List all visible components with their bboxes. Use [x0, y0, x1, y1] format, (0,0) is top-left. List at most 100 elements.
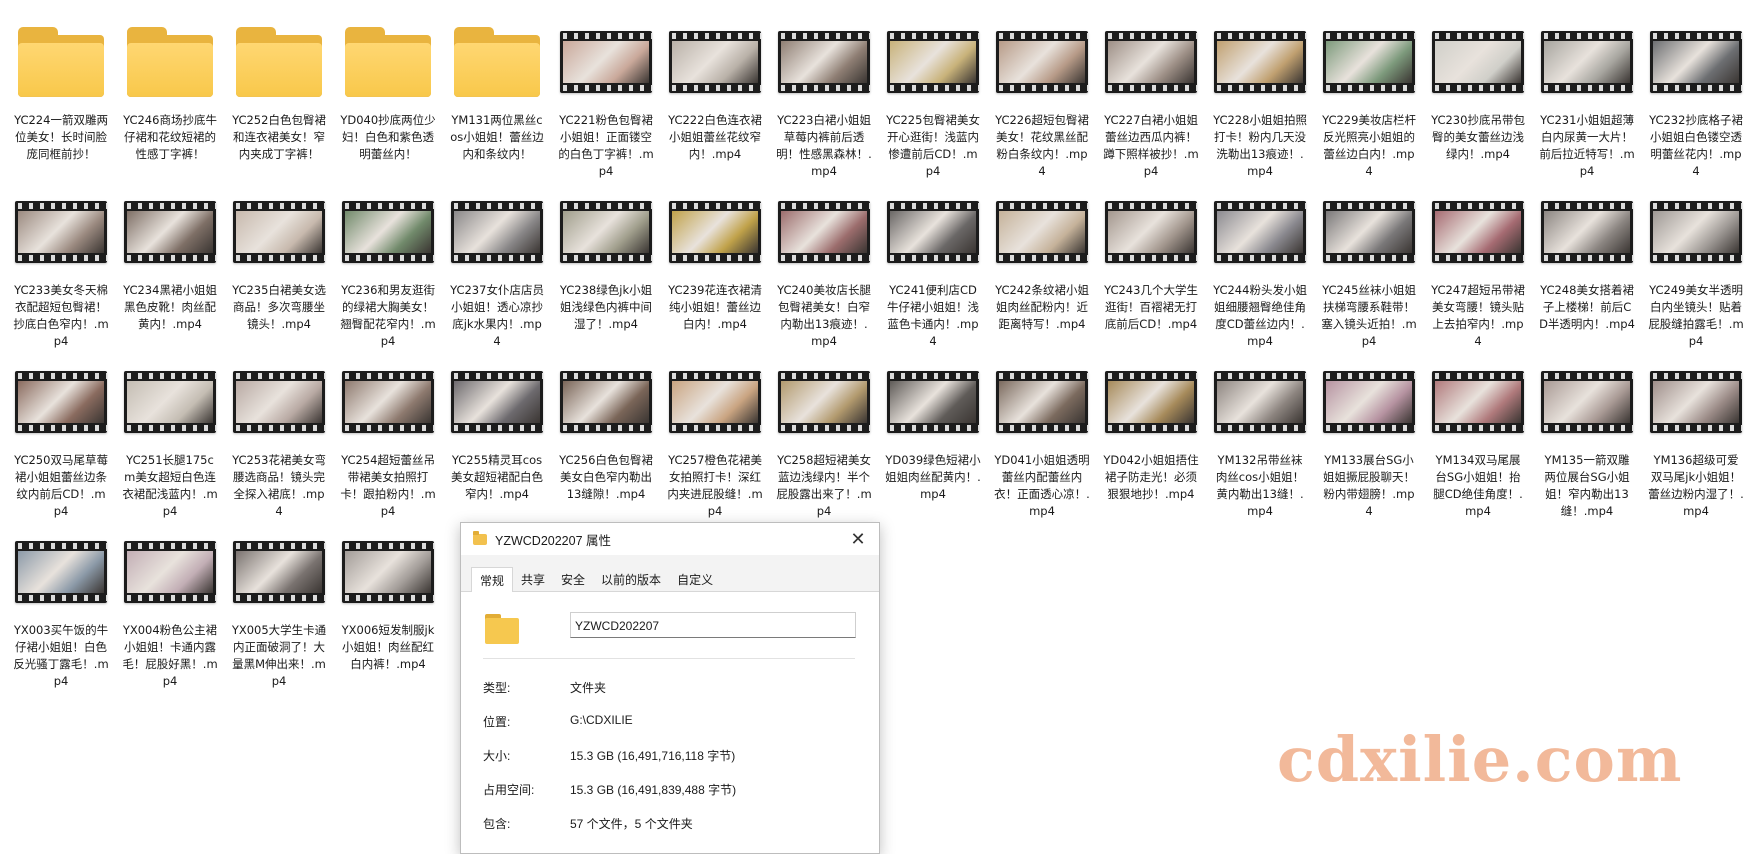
video-file-item[interactable]: YC240美妆店长腿包臀裙美女！白窄内勒出13痕迹！.mp4 — [776, 190, 872, 350]
video-file-item[interactable]: YM136超级可爱双马尾jk小姐姐！蕾丝边粉内湿了！.mp4 — [1648, 360, 1744, 520]
video-thumbnail-icon — [451, 371, 543, 433]
file-name-label: YC231小姐姐超薄白内尿黄一大片！前后拉近特写！.mp4 — [1539, 113, 1635, 178]
thumbnail-box — [1321, 190, 1417, 274]
video-thumbnail-icon — [1105, 201, 1197, 263]
folder-item[interactable]: YC224一箭双雕两位美女！长时间脸庞同框前抄！ — [13, 20, 109, 180]
video-file-item[interactable]: YC248美女搭着裙子上楼梯！前后CD半透明内！.mp4 — [1539, 190, 1635, 350]
video-file-item[interactable]: YC243几个大学生逛街！百褶裙无打底前后CD！.mp4 — [1103, 190, 1199, 350]
thumbnail-box — [1539, 360, 1635, 444]
thumbnail-box — [776, 190, 872, 274]
thumbnail-box — [1648, 360, 1744, 444]
folder-item[interactable]: YD040抄底两位少妇！白色和紫色透明蕾丝内！ — [340, 20, 436, 180]
video-file-item[interactable]: YC255精灵耳cos美女超短裙配白色窄内！.mp4 — [449, 360, 545, 520]
video-file-item[interactable]: YC225包臀裙美女开心逛街！浅蓝内惨遭前后CD！.mp4 — [885, 20, 981, 180]
video-file-item[interactable]: YC230抄底吊带包臀的美女蕾丝边浅绿内！.mp4 — [1430, 20, 1526, 180]
video-file-item[interactable]: YC221粉色包臀裙小姐姐！正面镂空的白色丁字裤！.mp4 — [558, 20, 654, 180]
video-file-item[interactable]: YD039绿色短裙小姐姐肉丝配黄内！.mp4 — [885, 360, 981, 520]
size-on-disk-value: 15.3 GB (16,491,839,488 字节) — [570, 783, 737, 797]
tab-security[interactable]: 安全 — [553, 567, 593, 591]
video-file-item[interactable]: YC234黑裙小姐姐黑色皮靴！肉丝配黄内！.mp4 — [122, 190, 218, 350]
folder-icon-box — [13, 20, 109, 104]
video-file-item[interactable]: YC247超短吊带裙美女弯腰！镜头贴上去拍窄内！.mp4 — [1430, 190, 1526, 350]
video-thumbnail-icon — [1650, 371, 1742, 433]
tab-general[interactable]: 常规 — [471, 567, 514, 593]
file-name-label: YC249美女半透明白内坐镜头！贴着屁股缝拍露毛！.mp4 — [1648, 283, 1744, 348]
video-file-item[interactable]: YC254超短蕾丝吊带裙美女拍照打卡！跟拍粉内！.mp4 — [340, 360, 436, 520]
video-thumbnail-icon — [451, 201, 543, 263]
video-file-item[interactable]: YC242条纹裙小姐姐肉丝配粉内！近距离特写！.mp4 — [994, 190, 1090, 350]
video-file-item[interactable]: YM135一箭双雕两位展台SG小姐姐！窄内勒出13缝！.mp4 — [1539, 360, 1635, 520]
thumbnail-box — [1212, 190, 1308, 274]
video-file-item[interactable]: YC231小姐姐超薄白内尿黄一大片！前后拉近特写！.mp4 — [1539, 20, 1635, 180]
file-name-label: YM131两位黑丝cos小姐姐！蕾丝边内和条纹内！ — [450, 113, 544, 161]
video-file-item[interactable]: YD042小姐姐捂住裙子防走光！必须狠狠地抄！.mp4 — [1103, 360, 1199, 520]
video-thumbnail-icon — [669, 201, 761, 263]
video-file-item[interactable]: YC227白裙小姐姐蕾丝边西瓜内裤！蹲下照样被抄！.mp4 — [1103, 20, 1199, 180]
tab-previous-versions[interactable]: 以前的版本 — [593, 567, 669, 591]
video-thumbnail-icon — [778, 31, 870, 93]
video-file-item[interactable]: YM133展台SG小姐姐撅屁股聊天！粉内带翅膀！.mp4 — [1321, 360, 1417, 520]
thumbnail-box — [667, 190, 763, 274]
video-file-item[interactable]: YC250双马尾草莓裙小姐姐蕾丝边条纹内前后CD！.mp4 — [13, 360, 109, 520]
video-file-item[interactable]: YC238绿色jk小姐姐浅绿色内裤中间湿了！.mp4 — [558, 190, 654, 350]
video-thumbnail-icon — [560, 371, 652, 433]
folder-item[interactable]: YM131两位黑丝cos小姐姐！蕾丝边内和条纹内！ — [449, 20, 545, 180]
video-file-item[interactable]: YC223白裙小姐姐草莓内裤前后透明！性感黑森林！.mp4 — [776, 20, 872, 180]
video-file-item[interactable]: YC237女仆店店员小姐姐！透心凉抄底jk水果内！.mp4 — [449, 190, 545, 350]
thumbnail-box — [1648, 190, 1744, 274]
video-file-item[interactable]: YC249美女半透明白内坐镜头！贴着屁股缝拍露毛！.mp4 — [1648, 190, 1744, 350]
folder-item[interactable]: YC252白色包臀裙和连衣裙美女！窄内夹成丁字裤！ — [231, 20, 327, 180]
video-file-item[interactable]: YX003买午饭的牛仔裙小姐姐！白色反光骚丁露毛！.mp4 — [13, 530, 109, 690]
video-file-item[interactable]: YC239花连衣裙清纯小姐姐！蕾丝边白内！.mp4 — [667, 190, 763, 350]
video-file-item[interactable]: YD041小姐姐透明蕾丝内配蕾丝内衣！正面透心凉！.mp4 — [994, 360, 1090, 520]
video-file-item[interactable]: YC244粉头发小姐姐细腰翘臀绝佳角度CD蕾丝边内！.mp4 — [1212, 190, 1308, 350]
video-file-item[interactable]: YC229美妆店栏杆反光照亮小姐姐的蕾丝边白内！.mp4 — [1321, 20, 1417, 180]
video-file-item[interactable]: YC233美女冬天棉衣配超短包臀裙！抄底白色窄内！.mp4 — [13, 190, 109, 350]
video-file-item[interactable]: YC258超短裙美女蓝边浅绿内！半个屁股露出来了！.mp4 — [776, 360, 872, 520]
tab-customize[interactable]: 自定义 — [669, 567, 721, 591]
thumbnail-box — [1539, 190, 1635, 274]
folder-icon-box — [340, 20, 436, 104]
video-file-item[interactable]: YM134双马尾展台SG小姐姐！抬腿CD绝佳角度！.mp4 — [1430, 360, 1526, 520]
thumbnail-box — [449, 360, 545, 444]
file-name-label: YC233美女冬天棉衣配超短包臀裙！抄底白色窄内！.mp4 — [13, 283, 109, 348]
video-file-item[interactable]: YX004粉色公主裙小姐姐！卡通内露毛！屁股好黑！.mp4 — [122, 530, 218, 690]
video-thumbnail-icon — [1214, 201, 1306, 263]
video-thumbnail-icon — [669, 31, 761, 93]
video-file-item[interactable]: YC235白裙美女选商品！多次弯腰坐镜头！.mp4 — [231, 190, 327, 350]
video-file-item[interactable]: YX006短发制服jk小姐姐！肉丝配红白内裤！.mp4 — [340, 530, 436, 690]
file-name-label: YC230抄底吊带包臀的美女蕾丝边浅绿内！.mp4 — [1431, 113, 1525, 161]
video-thumbnail-icon — [1541, 31, 1633, 93]
thumbnail-box — [885, 20, 981, 104]
video-thumbnail-icon — [996, 371, 1088, 433]
video-file-item[interactable]: YX005大学生卡通内正面破洞了！大量黑M伸出来！.mp4 — [231, 530, 327, 690]
video-file-item[interactable]: YC236和男友逛街的绿裙大胸美女！翘臀配花窄内！.mp4 — [340, 190, 436, 350]
tab-sharing[interactable]: 共享 — [513, 567, 553, 591]
close-icon[interactable]: ✕ — [847, 528, 869, 550]
video-file-item[interactable]: YC256白色包臀裙美女白色窄内勒出13缝隙！.mp4 — [558, 360, 654, 520]
folder-icon — [345, 27, 431, 97]
video-file-item[interactable]: YC228小姐姐拍照打卡！粉内几天没洗勒出13痕迹！.mp4 — [1212, 20, 1308, 180]
folder-name-field[interactable]: YZWCD202207 — [570, 612, 856, 638]
video-thumbnail-icon — [778, 371, 870, 433]
video-file-item[interactable]: YC232抄底格子裙小姐姐白色镂空透明蕾丝花内！.mp4 — [1648, 20, 1744, 180]
video-file-item[interactable]: YC222白色连衣裙小姐姐蕾丝花纹窄内！.mp4 — [667, 20, 763, 180]
video-file-item[interactable]: YC251长腿175cm美女超短白色连衣裙配浅蓝内！.mp4 — [122, 360, 218, 520]
thumbnail-box — [1539, 20, 1635, 104]
dialog-titlebar[interactable]: YZWCD202207 属性 ✕ — [461, 523, 879, 555]
video-thumbnail-icon — [124, 541, 216, 603]
video-file-item[interactable]: YC241便利店CD牛仔裙小姐姐！浅蓝色卡通内！.mp4 — [885, 190, 981, 350]
size-label: 大小: — [483, 749, 511, 763]
folder-icon — [18, 27, 104, 97]
watermark-text: cdxilie.com — [1277, 723, 1683, 796]
folder-icon — [236, 27, 322, 97]
video-thumbnail-icon — [342, 201, 434, 263]
video-file-item[interactable]: YC257橙色花裙美女拍照打卡！深红内夹进屁股缝！.mp4 — [667, 360, 763, 520]
folder-item[interactable]: YC246商场抄底牛仔裙和花纹短裙的性感丁字裤！ — [122, 20, 218, 180]
video-file-item[interactable]: YC226超短包臀裙美女！花纹黑丝配粉白条纹内！.mp4 — [994, 20, 1090, 180]
video-file-item[interactable]: YC253花裙美女弯腰选商品！镜头完全探入裙底！.mp4 — [231, 360, 327, 520]
video-thumbnail-icon — [342, 541, 434, 603]
video-file-item[interactable]: YC245丝袜小姐姐扶梯弯腰系鞋带！塞入镜头近拍！.mp4 — [1321, 190, 1417, 350]
video-file-item[interactable]: YM132吊带丝袜肉丝cos小姐姐！黄内勒出13缝！.mp4 — [1212, 360, 1308, 520]
thumbnail-box — [13, 190, 109, 274]
